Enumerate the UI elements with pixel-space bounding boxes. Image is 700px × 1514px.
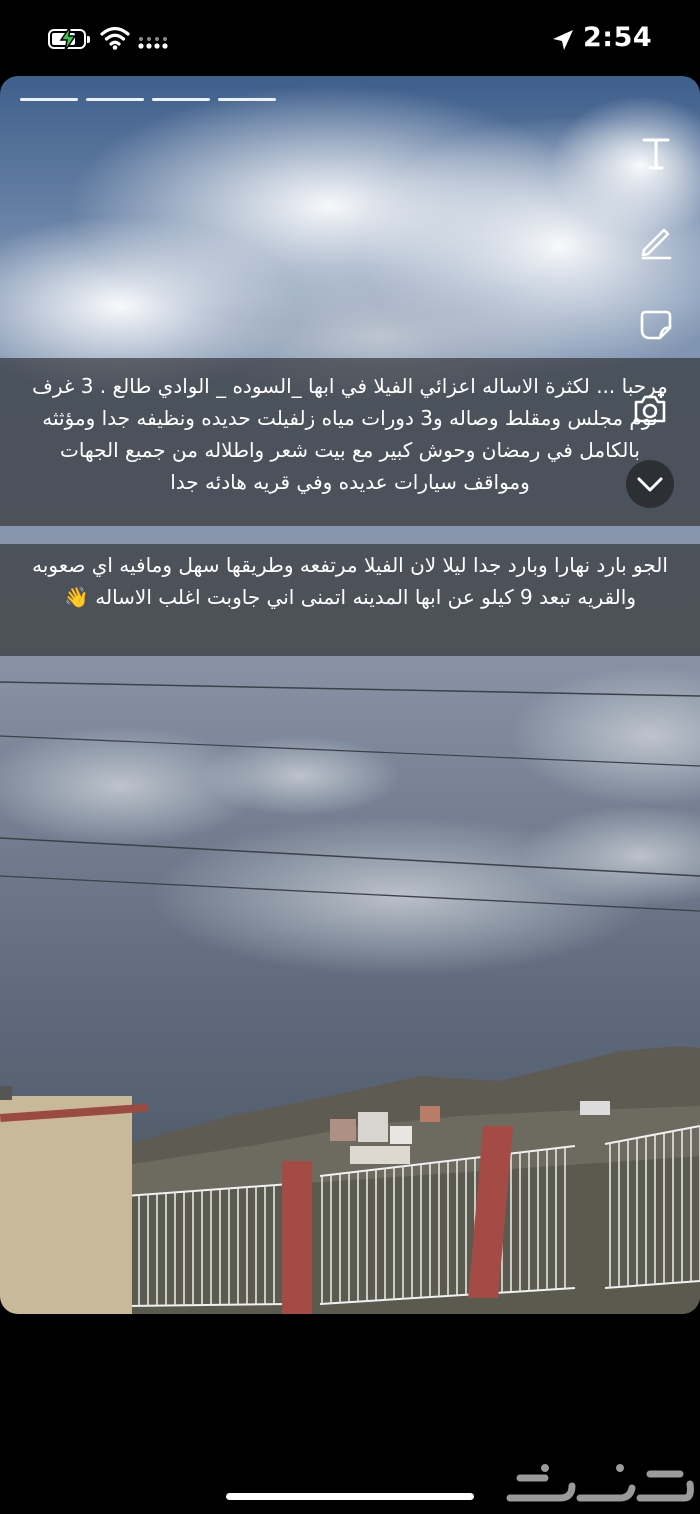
charging-bolt-icon [59, 27, 77, 51]
story-progress-segment [218, 98, 276, 101]
camera-icon[interactable] [630, 388, 670, 428]
story-caption-1: مرحبا ... لكثرة الاساله اعزائي الفيلا في… [0, 358, 700, 526]
story-photo [0, 76, 700, 1314]
cellular-signal-icon [138, 37, 168, 49]
caption-2-text: الجو بارد نهارا وبارد جدا ليلا لان الفيل… [32, 553, 668, 609]
story-progress-segment [86, 98, 144, 101]
status-time: 2:54 [583, 22, 653, 53]
story-caption-2: الجو بارد نهارا وبارد جدا ليلا لان الفيل… [0, 544, 700, 656]
battery-cap [87, 36, 90, 43]
sticker-icon[interactable] [634, 302, 678, 346]
chevron-down-icon [637, 477, 663, 492]
wifi-icon [100, 26, 130, 50]
location-arrow-icon [553, 30, 573, 50]
status-bar: 2:54 [0, 0, 700, 78]
home-indicator[interactable] [226, 1493, 474, 1500]
story-view[interactable]: مرحبا ... لكثرة الاساله اعزائي الفيلا في… [0, 76, 700, 1314]
battery-icon [48, 27, 90, 51]
pencil-icon[interactable] [634, 218, 678, 262]
story-progress-segment [20, 98, 78, 101]
caption-1-text: مرحبا ... لكثرة الاساله اعزائي الفيلا في… [32, 374, 668, 494]
haraj-logo [506, 1464, 694, 1502]
collapse-caption-button[interactable] [626, 460, 674, 508]
text-tool-icon[interactable] [634, 132, 678, 176]
story-progress-segment [152, 98, 210, 101]
